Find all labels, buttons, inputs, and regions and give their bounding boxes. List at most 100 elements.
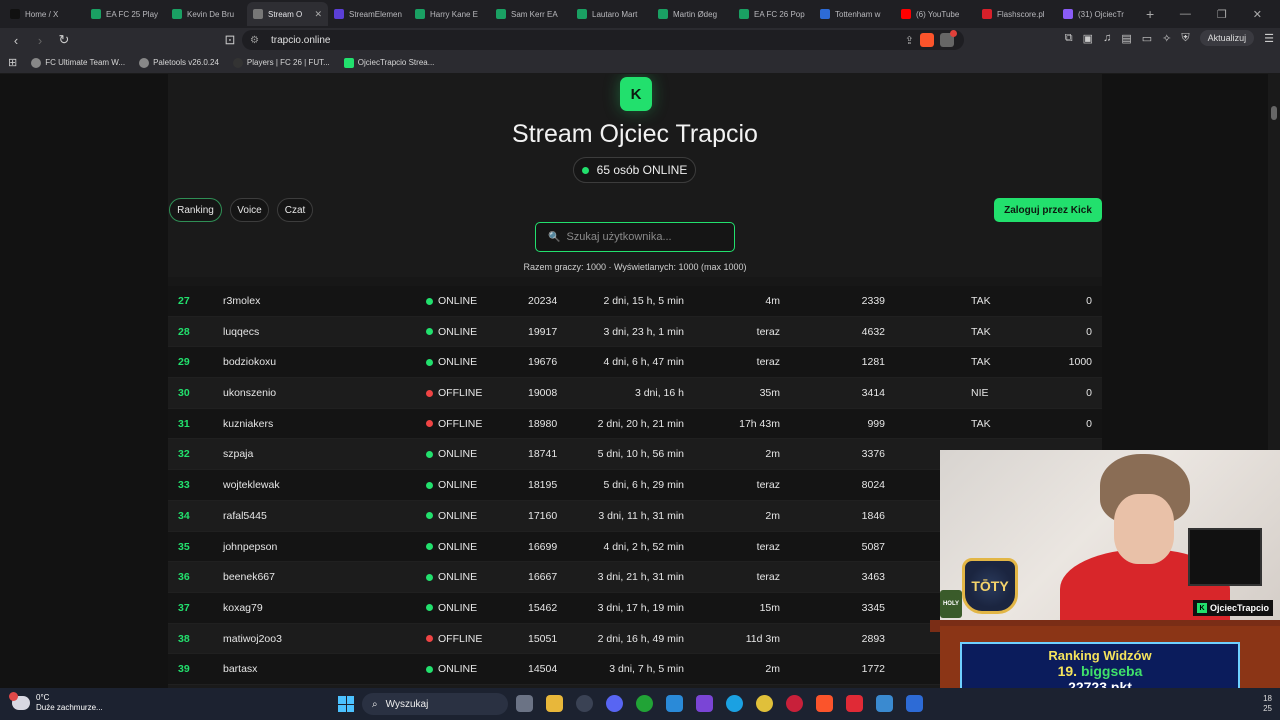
vscode-icon[interactable]: [666, 695, 683, 712]
cell-rank: 38: [178, 632, 190, 645]
visual-studio-icon[interactable]: [696, 695, 713, 712]
holy-can: HOLY: [940, 590, 962, 618]
cell-last: 17h 43m: [739, 417, 780, 430]
tab-favicon-icon: [1063, 9, 1073, 19]
clock[interactable]: 18 25: [1263, 694, 1272, 714]
vpn-icon[interactable]: ⛨: [1181, 32, 1189, 45]
cell-points: 16667: [528, 571, 558, 584]
browser-tab[interactable]: Home / X: [4, 2, 85, 26]
bookmark-item[interactable]: FC Ultimate Team W...: [31, 57, 125, 68]
chrome-icon[interactable]: [756, 695, 773, 712]
bookmark-favicon-icon: [232, 57, 243, 68]
browser-tab[interactable]: Harry Kane E: [409, 2, 490, 26]
edge-icon[interactable]: [726, 695, 743, 712]
bookmark-icon[interactable]: ⊡: [222, 32, 238, 48]
cell-time: 3 dni, 21 h, 31 min: [597, 571, 684, 584]
brave-rewards-icon[interactable]: [940, 30, 957, 47]
app-icon[interactable]: [906, 695, 923, 712]
cell-rank: 29: [178, 356, 190, 369]
status-dot-icon: [426, 328, 433, 336]
cell-time: 4 dni, 6 h, 47 min: [603, 356, 684, 369]
table-row: 30 ukonszenio OFFLINE 19008 3 dni, 16 h 35m 34…: [168, 378, 1102, 409]
xbox-icon[interactable]: [636, 695, 653, 712]
browser-tab[interactable]: Tottenham w: [814, 2, 895, 26]
cell-name: koxag79: [223, 601, 263, 614]
update-button[interactable]: Aktualizuj: [1199, 30, 1255, 46]
forward-icon[interactable]: ›: [32, 33, 48, 48]
brave-icon[interactable]: [816, 695, 833, 712]
scrollbar-thumb[interactable]: [1271, 106, 1277, 120]
tab-voice[interactable]: Voice: [230, 198, 269, 222]
apps-grid-icon[interactable]: ⊞: [8, 56, 17, 69]
share-icon[interactable]: ⇪: [905, 34, 914, 47]
reload-icon[interactable]: ↻: [56, 32, 72, 48]
wallet-icon[interactable]: ▭: [1142, 32, 1152, 45]
browser-tab[interactable]: Sam Kerr EA: [490, 2, 571, 26]
browser-tab[interactable]: Lautaro Mart: [571, 2, 652, 26]
tab-ranking[interactable]: Ranking: [169, 198, 222, 222]
new-tab-icon[interactable]: +: [1146, 6, 1154, 22]
cell-time: 2 dni, 16 h, 49 min: [597, 632, 684, 645]
address-bar[interactable]: ⚙ trapcio.online ⇪: [242, 30, 964, 50]
maximize-icon[interactable]: ❐: [1217, 8, 1227, 21]
cell-name: ukonszenio: [223, 387, 277, 400]
media-icon[interactable]: ♫: [1103, 32, 1111, 44]
browser-tab[interactable]: StreamElemen: [328, 2, 409, 26]
cell-status: ONLINE: [426, 317, 477, 347]
weather-widget[interactable]: 0°C Duże zachmurze...: [9, 692, 103, 713]
cell-points: 19917: [528, 325, 558, 338]
start-button[interactable]: [338, 696, 354, 712]
extensions-icon[interactable]: ⧉: [1065, 32, 1073, 45]
cell-bal: 0: [1086, 417, 1092, 430]
browser-tab[interactable]: Martin Ødeg: [652, 2, 733, 26]
user-search-input[interactable]: 🔍 Szukaj użytkownika...: [535, 222, 735, 252]
vivaldi-icon[interactable]: [846, 695, 863, 712]
brave-shields-icon[interactable]: [920, 33, 934, 47]
cell-last: teraz: [756, 540, 780, 553]
chatgpt-icon[interactable]: [576, 695, 593, 712]
windows-taskbar: 0°C Duże zachmurze... ⌕ Wyszukaj 18 25: [0, 688, 1280, 720]
webcam-overlay: TŌTY HOLY K OjciecTrapcio Ranking Widzów…: [930, 450, 1280, 706]
sidebar-icon[interactable]: ▤: [1121, 32, 1131, 45]
back-icon[interactable]: ‹: [8, 33, 24, 48]
bookmark-item[interactable]: Players | FC 26 | FUT...: [232, 57, 330, 68]
taskbar-search[interactable]: ⌕ Wyszukaj: [362, 693, 508, 715]
task-view-icon[interactable]: [516, 695, 533, 712]
browser-toolbar: ‹ › ↻ ⊡ ⚙ trapcio.online ⇪ ⧉ ▣ ♫ ▤ ▭ ✧ ⛨…: [0, 28, 1280, 52]
bookmark-item[interactable]: OjciecTrapcio Strea...: [343, 57, 434, 68]
site-settings-icon[interactable]: ⚙: [250, 35, 259, 46]
bookmark-favicon-icon: [343, 57, 354, 68]
opera-icon[interactable]: [786, 695, 803, 712]
cell-name: beenek667: [223, 571, 275, 584]
store-icon[interactable]: [876, 695, 893, 712]
minimize-icon[interactable]: —: [1180, 8, 1191, 20]
menu-icon[interactable]: ☰: [1264, 32, 1274, 45]
cell-last: teraz: [756, 325, 780, 338]
close-window-icon[interactable]: ✕: [1253, 8, 1262, 21]
tab-czat[interactable]: Czat: [277, 198, 313, 222]
kick-login-button[interactable]: Zaloguj przez Kick: [994, 198, 1102, 222]
file-explorer-icon[interactable]: [546, 695, 563, 712]
close-tab-icon[interactable]: ✕: [314, 9, 322, 20]
cell-msgs: 1772: [861, 663, 885, 676]
cell-last: 2m: [765, 663, 780, 676]
cell-last: teraz: [756, 479, 780, 492]
cell-time: 3 dni, 7 h, 5 min: [609, 663, 684, 676]
board-title: Ranking Widzów: [1048, 648, 1152, 663]
browser-tab[interactable]: EA FC 26 Pop: [733, 2, 814, 26]
browser-tab[interactable]: Stream O ✕: [247, 2, 328, 26]
browser-tab[interactable]: Flashscore.pl: [976, 2, 1057, 26]
browser-tab[interactable]: Kevin De Bru: [166, 2, 247, 26]
browser-tab[interactable]: (6) YouTube: [895, 2, 976, 26]
browser-tab[interactable]: (31) OjciecTr: [1057, 2, 1138, 26]
bookmark-item[interactable]: Paletools v26.0.24: [139, 57, 219, 68]
cell-msgs: 8024: [861, 479, 885, 492]
leo-ai-icon[interactable]: ✧: [1162, 32, 1171, 45]
cell-last: 4m: [765, 295, 780, 307]
discord-icon[interactable]: [606, 695, 623, 712]
cell-points: 20234: [528, 295, 558, 307]
browser-tab[interactable]: EA FC 25 Play: [85, 2, 166, 26]
cell-status: OFFLINE: [426, 378, 482, 408]
cell-last: 2m: [765, 448, 780, 461]
screenshot-icon[interactable]: ▣: [1083, 32, 1093, 45]
